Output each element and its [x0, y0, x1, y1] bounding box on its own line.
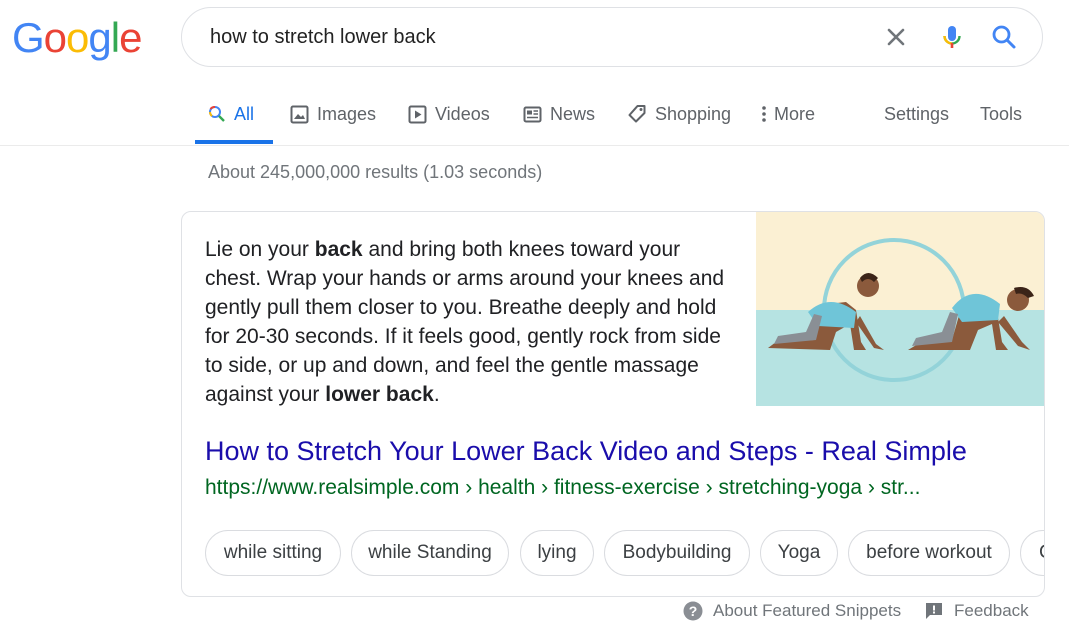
tab-label: Videos [435, 103, 490, 124]
search-tabs: All Images Videos News Shopping More Set… [0, 85, 1069, 146]
snippet-text-part: . [433, 383, 440, 406]
svg-text:?: ? [689, 603, 698, 619]
snippet-text: Lie on your back and bring both knees to… [205, 235, 735, 409]
logo-letter: o [43, 14, 67, 61]
tab-images[interactable]: Images [290, 99, 376, 129]
microphone-icon[interactable] [938, 23, 966, 51]
tab-label: All [234, 103, 255, 124]
google-logo[interactable]: Google [12, 14, 142, 62]
feedback-link[interactable]: Feedback [924, 601, 1029, 621]
about-featured-snippets-label: About Featured Snippets [713, 601, 902, 620]
logo-letter: l [110, 14, 120, 61]
tab-label: Shopping [655, 103, 732, 124]
about-featured-snippets-link[interactable]: ? About Featured Snippets [683, 601, 901, 621]
chip[interactable]: lying [520, 530, 594, 576]
snippet-text-part: Lie on your [205, 238, 315, 261]
chip[interactable]: C [1020, 530, 1044, 576]
image-icon [290, 105, 309, 124]
more-vert-icon [760, 105, 768, 123]
chip[interactable]: Bodybuilding [604, 530, 750, 576]
snippet-text-part: and bring both knees toward your chest. … [205, 238, 725, 406]
result-url[interactable]: https://www.realsimple.com › health › fi… [205, 476, 920, 500]
tab-videos[interactable]: Videos [408, 99, 490, 129]
tab-label: More [774, 103, 816, 124]
logo-letter: o [66, 14, 89, 61]
search-icon [208, 105, 226, 123]
settings-link[interactable]: Settings [884, 99, 949, 129]
result-title-link[interactable]: How to Stretch Your Lower Back Video and… [205, 436, 967, 467]
tab-label: Images [317, 103, 377, 124]
search-icon[interactable] [990, 23, 1018, 51]
active-tab-indicator [195, 140, 273, 144]
feedback-label: Feedback [954, 601, 1029, 620]
chip[interactable]: while sitting [205, 530, 341, 576]
tab-label: News [550, 103, 596, 124]
logo-letter: G [12, 14, 45, 61]
feedback-icon [924, 601, 944, 621]
tools-link[interactable]: Tools [980, 99, 1022, 129]
tab-all[interactable]: All [208, 99, 254, 129]
snippet-highlight: back [314, 238, 363, 261]
logo-letter: e [119, 14, 142, 61]
result-stats: About 245,000,000 results (1.03 seconds) [208, 162, 543, 182]
tag-icon [627, 104, 647, 124]
help-icon: ? [683, 601, 703, 621]
chip[interactable]: while Standing [351, 530, 509, 576]
play-icon [408, 105, 427, 124]
search-box[interactable] [181, 7, 1043, 67]
snippet-highlight: lower back [325, 383, 434, 406]
featured-snippet-card: Lie on your back and bring both knees to… [181, 211, 1045, 597]
news-icon [523, 105, 542, 124]
search-input[interactable] [210, 8, 850, 66]
close-icon[interactable] [882, 23, 910, 51]
snippet-image[interactable] [756, 212, 1044, 406]
tab-news[interactable]: News [523, 99, 595, 129]
logo-letter: g [88, 14, 111, 61]
tab-shopping[interactable]: Shopping [627, 99, 731, 129]
chip[interactable]: Yoga [760, 530, 838, 576]
tab-more[interactable]: More [760, 99, 815, 129]
chip[interactable]: before workout [848, 530, 1010, 576]
